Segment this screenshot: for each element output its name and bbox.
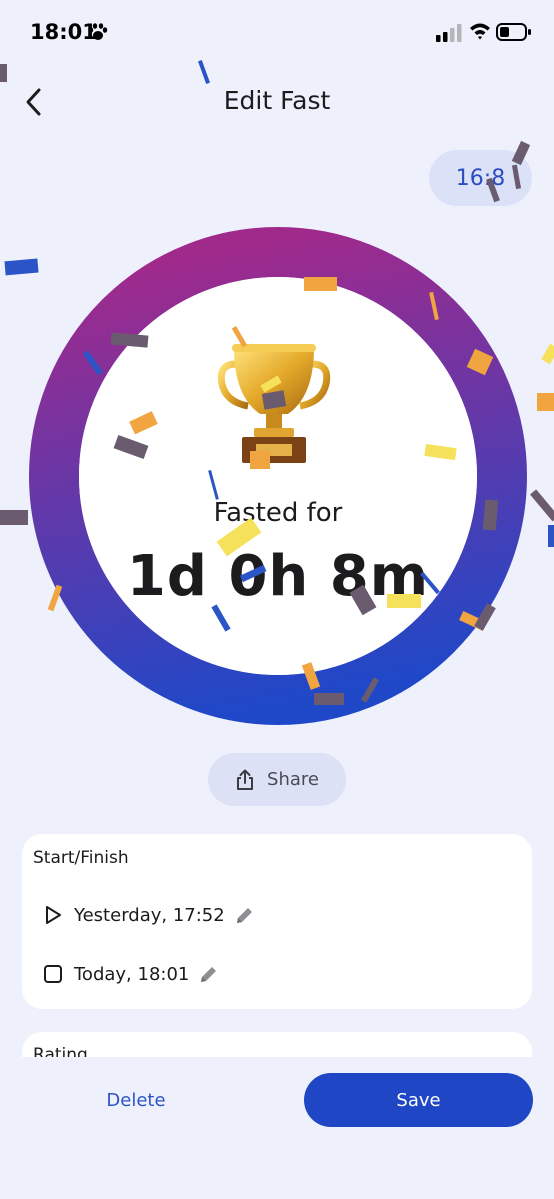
fasted-for-label: Fasted for <box>213 498 343 528</box>
status-bar: 18:01 <box>0 0 554 60</box>
page-title: Edit Fast <box>223 86 331 115</box>
fast-progress-ring: Fasted for 1d 0h 8m <box>28 226 528 726</box>
play-icon <box>46 906 61 924</box>
wifi-icon <box>470 23 490 40</box>
nav-bar: Edit Fast <box>0 70 554 134</box>
start-finish-card: Start/Finish Yesterday, 17:52 Today, 18:… <box>22 834 532 1009</box>
fasted-duration: 1d 0h 8m <box>126 544 430 609</box>
bottom-action-bar: Delete Save <box>0 1057 554 1199</box>
status-time: 18:01 <box>30 20 97 44</box>
paw-icon <box>88 23 108 40</box>
pencil-icon[interactable] <box>199 964 219 984</box>
signal-icon <box>436 24 462 42</box>
share-button[interactable]: Share <box>208 753 346 806</box>
finish-time: Today, 18:01 <box>74 963 190 985</box>
plan-badge[interactable]: 16:8 <box>429 150 532 206</box>
battery-icon <box>496 23 531 41</box>
pencil-icon[interactable] <box>235 905 255 925</box>
start-time: Yesterday, 17:52 <box>74 904 225 926</box>
start-time-row[interactable]: Yesterday, 17:52 <box>42 904 255 926</box>
progress-ring-graphic <box>29 227 527 725</box>
start-finish-title: Start/Finish <box>33 848 129 868</box>
delete-button[interactable]: Delete <box>80 1073 192 1127</box>
share-label: Share <box>267 769 319 790</box>
share-icon <box>237 769 254 790</box>
save-button[interactable]: Save <box>304 1073 533 1127</box>
finish-time-row[interactable]: Today, 18:01 <box>42 963 219 985</box>
stop-icon <box>44 965 62 983</box>
trophy-icon <box>217 344 331 463</box>
